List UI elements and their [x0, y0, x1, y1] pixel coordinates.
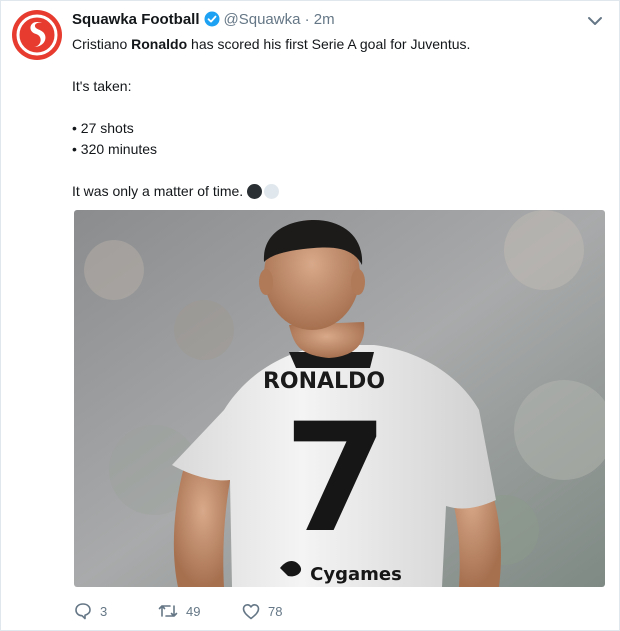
- handle[interactable]: @Squawka: [224, 11, 301, 28]
- text-span: Cristiano: [72, 36, 132, 52]
- tweet-text: Cristiano Ronaldo has scored his first S…: [72, 34, 592, 202]
- display-name[interactable]: Squawka Football: [72, 11, 200, 28]
- sponsor-text: Cygames: [310, 564, 402, 585]
- tweet-photo[interactable]: RONALDO 7 Cygames: [74, 210, 605, 587]
- reply-icon: [75, 603, 91, 620]
- photo-ronaldo-back: RONALDO 7 Cygames: [74, 210, 605, 587]
- bullet-shots: • 27 shots: [72, 120, 134, 136]
- verified-badge-icon: [204, 11, 220, 27]
- separator: ·: [304, 11, 310, 28]
- text-line-3: It's taken:: [72, 78, 132, 94]
- text-span: has scored his first Serie A goal for Ju…: [187, 36, 471, 52]
- like-count: 78: [268, 603, 283, 619]
- heart-icon: [242, 603, 260, 619]
- text-span: It was only a matter of time.: [72, 183, 244, 199]
- retweet-icon: [158, 605, 178, 617]
- jersey-number: 7: [284, 392, 388, 566]
- text-last: It was only a matter of time.: [72, 181, 592, 202]
- text-line-1: Cristiano Ronaldo has scored his first S…: [72, 34, 592, 55]
- black-circle-emoji: [247, 184, 263, 199]
- chevron-down-icon[interactable]: [586, 14, 604, 28]
- like-button[interactable]: 78: [242, 600, 282, 622]
- white-circle-emoji: [264, 184, 280, 199]
- retweet-count: 49: [186, 603, 201, 619]
- retweet-button[interactable]: 49: [158, 600, 200, 622]
- avatar[interactable]: [12, 10, 62, 60]
- reply-count: 3: [100, 603, 108, 619]
- tweet-actions: 3 49 78: [74, 600, 474, 622]
- jersey-name: RONALDO: [263, 369, 385, 394]
- squawka-logo-icon: [16, 14, 58, 56]
- tweet-header: Squawka Football @Squawka · 2m: [72, 10, 335, 30]
- timestamp[interactable]: 2m: [314, 11, 335, 28]
- reply-button[interactable]: 3: [74, 600, 107, 622]
- text-bold: Ronaldo: [131, 36, 188, 52]
- bullet-minutes: • 320 minutes: [72, 141, 158, 157]
